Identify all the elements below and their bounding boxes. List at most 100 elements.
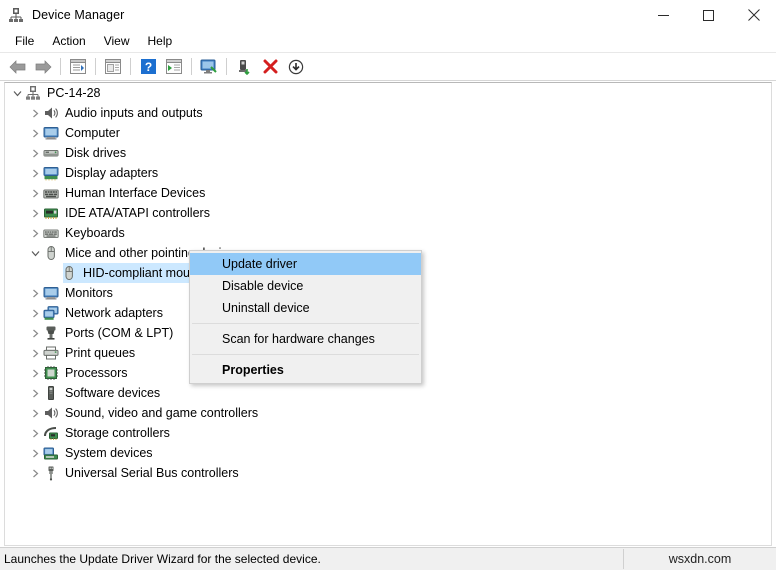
storage-controller-icon [43,425,59,441]
properties-button[interactable] [100,55,126,78]
titlebar: Device Manager [0,0,776,30]
chevron-right-icon[interactable] [27,323,43,343]
back-arrow-icon [9,59,25,74]
tree-node-storage-controllers[interactable]: Storage controllers [5,423,771,443]
separator-3 [130,58,131,75]
chevron-right-icon[interactable] [27,423,43,443]
speaker-icon [43,405,59,421]
chevron-right-icon[interactable] [27,163,43,183]
monitor-icon [43,285,59,301]
tree-node-human-interface-devices[interactable]: Human Interface Devices [5,183,771,203]
ctx-properties[interactable]: Properties [190,359,421,381]
scan-for-hardware-changes-button[interactable] [196,55,222,78]
chevron-down-icon[interactable] [27,243,43,263]
tree-node-label: Keyboards [65,226,125,240]
tree-node-sound-video-and-game-controllers[interactable]: Sound, video and game controllers [5,403,771,423]
tree-node-label: Display adapters [65,166,159,180]
menubar: File Action View Help [0,30,776,53]
chevron-right-icon[interactable] [27,303,43,323]
forward-arrow-icon [35,59,51,74]
speaker-icon [43,105,59,121]
show-hide-console-tree-button[interactable] [65,55,91,78]
software-device-icon [43,385,59,401]
tree-node-display-adapters[interactable]: Display adapters [5,163,771,183]
tree-node-label: Audio inputs and outputs [65,106,203,120]
menu-action[interactable]: Action [43,31,94,51]
statusbar: Launches the Update Driver Wizard for th… [0,547,776,570]
toolbar: ? [0,53,776,81]
forward-button[interactable] [30,55,56,78]
update-driver-button[interactable] [231,55,257,78]
tree-node-label: Processors [65,366,128,380]
network-adapter-icon [43,305,59,321]
display-adapter-icon [43,165,59,181]
tree-node-disk-drives[interactable]: Disk drives [5,143,771,163]
tree-node-label: Storage controllers [65,426,170,440]
separator-5 [226,58,227,75]
tree-node-universal-serial-bus-controllers[interactable]: Universal Serial Bus controllers [5,463,771,483]
tree-node-audio-inputs-and-outputs[interactable]: Audio inputs and outputs [5,103,771,123]
tree-node-label: Universal Serial Bus controllers [65,466,239,480]
chevron-down-icon[interactable] [9,83,25,103]
chevron-right-icon[interactable] [27,203,43,223]
chevron-right-icon[interactable] [27,103,43,123]
console-tree-icon [70,59,86,74]
tree-node-software-devices[interactable]: Software devices [5,383,771,403]
tree-node-label: HID-compliant mouse [83,266,204,280]
keyboard-icon [43,225,59,241]
chevron-right-icon[interactable] [27,143,43,163]
svg-text:?: ? [144,60,151,74]
tree-node-computer[interactable]: Computer [5,123,771,143]
chevron-right-icon[interactable] [27,463,43,483]
ctx-disable-device[interactable]: Disable device [190,275,421,297]
disable-device-button[interactable] [283,55,309,78]
status-message: Launches the Update Driver Wizard for th… [4,552,321,566]
help-button[interactable]: ? [135,55,161,78]
chevron-right-icon[interactable] [27,383,43,403]
close-icon[interactable] [731,0,776,30]
tree-node-label: IDE ATA/ATAPI controllers [65,206,210,220]
tree-node-keyboards[interactable]: Keyboards [5,223,771,243]
context-menu[interactable]: Update driver Disable device Uninstall d… [189,250,422,384]
ctx-update-driver[interactable]: Update driver [190,253,421,275]
scan-monitor-icon [200,59,217,73]
chevron-right-icon[interactable] [27,363,43,383]
tree-node-label: Computer [65,126,120,140]
chevron-right-icon[interactable] [27,343,43,363]
mouse-icon [61,265,77,281]
help-question-icon: ? [140,59,156,74]
update-driver-icon [239,59,250,75]
processor-icon [43,365,59,381]
action-pane-icon [166,59,182,74]
printer-icon [43,345,59,361]
disable-down-arrow-icon [288,59,304,74]
ctx-uninstall-device[interactable]: Uninstall device [190,297,421,319]
chevron-right-icon[interactable] [27,223,43,243]
tree-node-label: Disk drives [65,146,127,160]
menu-file[interactable]: File [6,31,43,51]
tree-node-root[interactable]: PC-14-28 [5,83,771,103]
chevron-right-icon[interactable] [27,443,43,463]
disk-drive-icon [43,145,59,161]
menu-help[interactable]: Help [139,31,182,51]
tree-node-label: Monitors [65,286,113,300]
uninstall-device-button[interactable] [257,55,283,78]
mouse-icon [43,245,59,261]
tree-node-label: Human Interface Devices [65,186,206,200]
menu-view[interactable]: View [95,31,139,51]
show-hide-action-pane-button[interactable] [161,55,187,78]
chevron-right-icon[interactable] [27,283,43,303]
chevron-right-icon[interactable] [27,183,43,203]
tree-node-label: Ports (COM & LPT) [65,326,174,340]
monitor-icon [43,125,59,141]
ctx-scan-for-hardware-changes[interactable]: Scan for hardware changes [190,328,421,350]
back-button[interactable] [4,55,30,78]
tree-node-system-devices[interactable]: System devices [5,443,771,463]
tree-node-ide-ata-atapi-controllers[interactable]: IDE ATA/ATAPI controllers [5,203,771,223]
maximize-icon[interactable] [686,0,731,30]
window-title: Device Manager [32,8,125,22]
chevron-right-icon[interactable] [27,123,43,143]
chevron-right-icon[interactable] [27,403,43,423]
tree-node-label: Print queues [65,346,136,360]
minimize-icon[interactable] [641,0,686,30]
